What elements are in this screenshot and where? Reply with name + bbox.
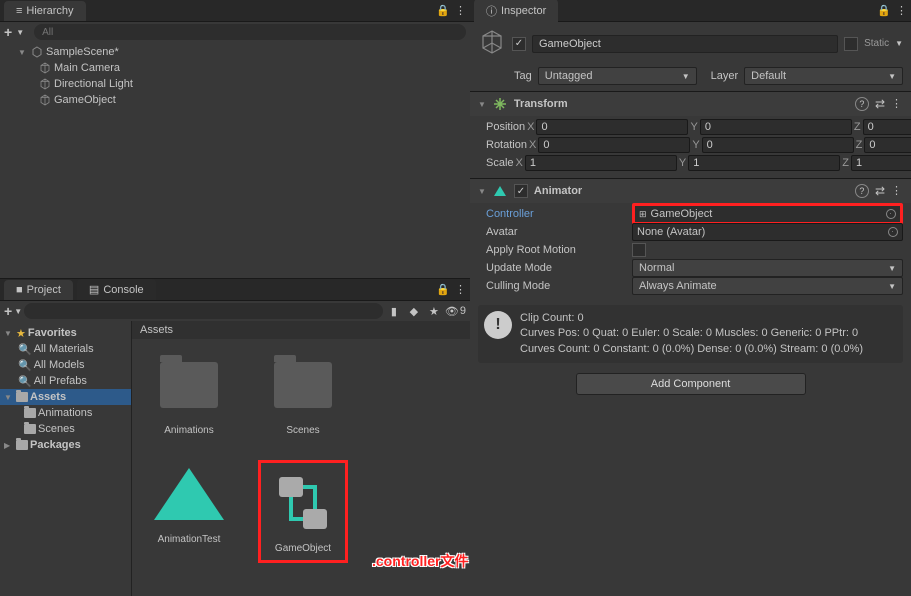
rot-x-input[interactable] [538,137,690,153]
object-picker-icon[interactable] [888,227,898,237]
folder-icon [160,362,218,408]
create-button[interactable]: + [4,303,12,319]
scene-label: SampleScene* [46,46,119,58]
lock-icon[interactable]: 🔒 [434,2,452,20]
layer-dropdown[interactable]: Default▼ [744,67,903,85]
settings-icon[interactable]: ⇄ [875,97,885,111]
transform-icon [492,96,508,112]
asset-controller[interactable]: GameObject [258,460,348,563]
scl-z-input[interactable] [851,155,911,171]
folder-item[interactable]: Animations [0,405,131,421]
settings-icon[interactable]: ⇄ [875,184,885,198]
scl-x-input[interactable] [525,155,677,171]
pos-x-input[interactable] [536,119,688,135]
unity-icon [30,45,44,59]
star-icon: ★ [16,327,26,340]
controller-field[interactable]: ⊞GameObject [632,203,903,225]
gameobject-icon [38,61,52,75]
gameobject-icon [38,93,52,107]
hierarchy-search-input[interactable] [34,24,466,40]
layer-label: Layer [711,70,739,82]
help-icon[interactable]: ? [855,184,869,198]
rot-y-input[interactable] [702,137,854,153]
assets-folder[interactable]: ▼Assets [0,389,131,405]
menu-icon[interactable]: ⋮ [452,2,470,20]
search-icon: 🔍 [18,343,32,356]
hierarchy-item[interactable]: Directional Light [0,76,470,92]
favorite-item[interactable]: 🔍All Prefabs [0,373,131,389]
folder-icon [274,362,332,408]
menu-icon[interactable]: ⋮ [452,281,470,299]
favorite-item[interactable]: 🔍All Models [0,357,131,373]
controller-icon [269,469,337,537]
chevron-down-icon[interactable]: ▼ [18,48,28,57]
gameobject-name-input[interactable] [532,35,838,53]
project-tab[interactable]: ■Project [4,280,73,300]
help-icon[interactable]: ? [855,97,869,111]
active-checkbox[interactable] [512,37,526,51]
object-picker-icon[interactable] [886,209,896,219]
content-breadcrumb[interactable]: Assets [132,321,470,339]
search-icon: 🔍 [18,375,32,388]
static-dropdown-icon[interactable]: ▼ [895,39,903,48]
root-motion-checkbox[interactable] [632,243,646,257]
info-box: ! Clip Count: 0 Curves Pos: 0 Quat: 0 Eu… [478,305,903,363]
favorites-header[interactable]: ▼★Favorites [0,325,131,341]
rot-z-input[interactable] [864,137,911,153]
chevron-down-icon[interactable]: ▼ [478,187,486,196]
favorite-icon[interactable]: ★ [425,302,443,320]
packages-folder[interactable]: ▶Packages [0,437,131,453]
menu-icon[interactable]: ⋮ [891,97,903,111]
favorite-item[interactable]: 🔍All Materials [0,341,131,357]
filter-icon[interactable]: ▮ [385,302,403,320]
hierarchy-item[interactable]: Main Camera [0,60,470,76]
create-dropdown-icon[interactable]: ▼ [16,28,24,37]
folder-icon [16,392,28,402]
culling-mode-dropdown[interactable]: Always Animate▼ [632,277,903,295]
chevron-down-icon[interactable]: ▼ [478,100,486,109]
folder-icon [24,408,36,418]
project-search-input[interactable] [24,303,383,319]
inspector-tab[interactable]: ⓘInspector [474,0,558,23]
tag-dropdown[interactable]: Untagged▼ [538,67,697,85]
hierarchy-tab[interactable]: ≡Hierarchy [4,1,86,21]
annotation-text: .controller文件 [372,551,468,571]
lock-icon[interactable]: 🔒 [434,281,452,299]
add-component-button[interactable]: Add Component [576,373,806,395]
create-button[interactable]: + [4,24,12,40]
hidden-count[interactable]: 👁9 [445,305,466,318]
asset-animation[interactable]: AnimationTest [144,460,234,563]
folder-icon [16,440,28,450]
asset-folder[interactable]: Animations [144,351,234,436]
static-checkbox[interactable] [844,37,858,51]
menu-icon[interactable]: ⋮ [893,2,911,20]
lock-icon[interactable]: 🔒 [875,2,893,20]
hierarchy-item[interactable]: GameObject [0,92,470,108]
pos-z-input[interactable] [863,119,911,135]
static-label: Static [864,38,889,49]
search-icon: 🔍 [18,359,32,372]
folder-icon [24,424,36,434]
asset-folder[interactable]: Scenes [258,351,348,436]
update-mode-dropdown[interactable]: Normal▼ [632,259,903,277]
label-icon[interactable]: ◆ [405,302,423,320]
folder-item[interactable]: Scenes [0,421,131,437]
scl-y-input[interactable] [688,155,840,171]
animator-icon [492,183,508,199]
scene-row[interactable]: ▼ SampleScene* [0,44,470,60]
info-icon: ! [484,311,512,339]
tag-label: Tag [514,70,532,82]
console-tab[interactable]: ▤Console [77,279,156,300]
component-enabled-checkbox[interactable] [514,184,528,198]
visibility-icon: 👁 [445,305,459,318]
menu-icon[interactable]: ⋮ [891,184,903,198]
gameobject-icon [478,28,506,59]
create-dropdown-icon[interactable]: ▼ [14,307,22,316]
animation-icon [154,468,224,520]
pos-y-input[interactable] [700,119,852,135]
avatar-field[interactable]: None (Avatar) [632,223,903,241]
gameobject-icon [38,77,52,91]
